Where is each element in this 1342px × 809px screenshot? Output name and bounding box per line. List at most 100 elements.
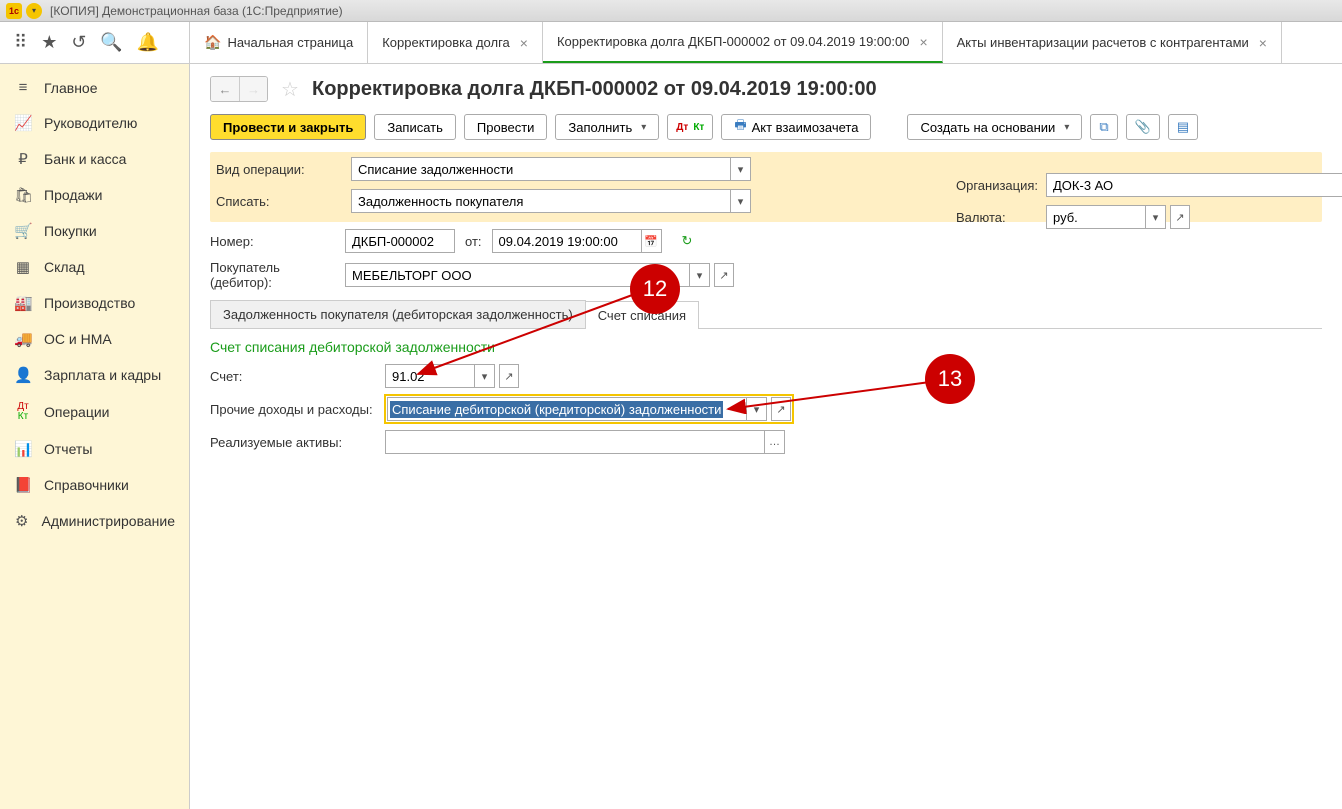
op-type-input[interactable] <box>351 157 731 181</box>
window-title: [КОПИЯ] Демонстрационная база (1С:Предпр… <box>50 4 343 18</box>
favorite-button[interactable]: ☆ <box>278 77 302 101</box>
close-icon[interactable]: × <box>1259 35 1267 51</box>
content-area: ← → ☆ Корректировка долга ДКБП-000002 от… <box>190 64 1342 809</box>
print-icon: 🖶 <box>734 116 746 138</box>
window-titlebar: 1c ▾ [КОПИЯ] Демонстрационная база (1С:П… <box>0 0 1342 22</box>
write-off-label: Списать: <box>216 194 351 209</box>
number-input[interactable] <box>345 229 455 253</box>
other-income-label: Прочие доходы и расходы: <box>210 402 385 417</box>
dropdown-icon[interactable]: ▾ <box>690 263 710 287</box>
sidebar-item-references[interactable]: 📕Справочники <box>0 467 189 503</box>
tab-label: Начальная страница <box>227 35 353 50</box>
bars-icon: 📊 <box>14 440 32 458</box>
ruble-icon: ₽ <box>14 150 32 168</box>
write-off-input[interactable] <box>351 189 731 213</box>
dropdown-icon[interactable]: ▾ <box>731 157 751 181</box>
sidebar-item-admin[interactable]: ⚙ Администрирование <box>0 503 189 539</box>
back-button[interactable]: ← <box>211 77 239 101</box>
search-icon[interactable]: 🔍 <box>100 32 122 53</box>
tab-home[interactable]: 🏠 Начальная страница <box>190 22 368 63</box>
star-icon[interactable]: ★ <box>41 32 57 53</box>
menu-icon: ≡ <box>14 79 32 96</box>
open-icon[interactable]: ↗ <box>1170 205 1190 229</box>
callout-12: 12 <box>630 264 680 314</box>
sidebar-item-reports[interactable]: 📊 Отчеты <box>0 431 189 467</box>
sidebar-item-label: Зарплата и кадры <box>44 367 161 383</box>
calendar-icon[interactable]: 📅 <box>642 229 662 253</box>
list-button[interactable]: ▤ <box>1168 114 1198 140</box>
gear-icon: ⚙ <box>14 512 30 530</box>
history-icon[interactable]: ↺ <box>71 32 86 53</box>
close-icon[interactable]: × <box>919 34 927 50</box>
sidebar-item-label: Администрирование <box>42 513 176 529</box>
tab-label: Акты инвентаризации расчетов с контраген… <box>957 35 1249 50</box>
tab-bar: 🏠 Начальная страница Корректировка долга… <box>190 22 1342 63</box>
tab-inventory-acts[interactable]: Акты инвентаризации расчетов с контраген… <box>943 22 1282 63</box>
date-input[interactable] <box>492 229 642 253</box>
sidebar-item-label: Отчеты <box>44 441 92 457</box>
sidebar-item-assets[interactable]: 🚚ОС и НМА <box>0 321 189 357</box>
currency-label: Валюта: <box>956 210 1046 225</box>
tab-debt-document[interactable]: Корректировка долга ДКБП-000002 от 09.04… <box>543 22 943 63</box>
chart-icon: 📈 <box>14 114 32 132</box>
sidebar-item-warehouse[interactable]: ▦Склад <box>0 249 189 285</box>
toolbar-icon-group: ⠿ ★ ↺ 🔍 🔔 <box>0 22 190 63</box>
structure-button[interactable]: ⧉ <box>1090 114 1117 140</box>
open-icon[interactable]: ↗ <box>499 364 519 388</box>
sidebar-item-hr[interactable]: 👤Зарплата и кадры <box>0 357 189 393</box>
save-button[interactable]: Записать <box>374 114 456 140</box>
assets-input[interactable] <box>385 430 765 454</box>
dropdown-icon[interactable]: ▾ <box>475 364 495 388</box>
app-logo-icon: 1c <box>6 3 22 19</box>
dtkt-icon: ДтКт <box>14 402 32 422</box>
sidebar-item-sales[interactable]: 🛍Продажи <box>0 177 189 213</box>
buyer-label: Покупатель (дебитор): <box>210 260 345 290</box>
sidebar-item-production[interactable]: 🏭Производство <box>0 285 189 321</box>
org-label: Организация: <box>956 178 1046 193</box>
dtkt-button[interactable]: ДтКт <box>667 114 713 140</box>
submit-button[interactable]: Провести <box>464 114 548 140</box>
sidebar-item-label: Покупки <box>44 223 97 239</box>
bell-icon[interactable]: 🔔 <box>137 32 159 53</box>
submit-close-button[interactable]: Провести и закрыть <box>210 114 366 140</box>
ellipsis-icon[interactable]: … <box>765 430 785 454</box>
forward-button[interactable]: → <box>239 77 267 101</box>
section-title: Счет списания дебиторской задолженности <box>210 339 1322 355</box>
sidebar-item-operations[interactable]: ДтКтОперации <box>0 393 189 431</box>
sub-tab-debt[interactable]: Задолженность покупателя (дебиторская за… <box>210 300 586 328</box>
tab-label: Корректировка долга ДКБП-000002 от 09.04… <box>557 34 910 49</box>
dropdown-icon[interactable]: ▾ <box>1146 205 1166 229</box>
app-menu-dropdown-icon[interactable]: ▾ <box>26 3 42 19</box>
close-icon[interactable]: × <box>520 35 528 51</box>
dropdown-icon[interactable]: ▾ <box>731 189 751 213</box>
open-icon[interactable]: ↗ <box>771 397 791 421</box>
refresh-icon[interactable]: ↻ <box>682 233 693 249</box>
sidebar-item-label: Главное <box>44 80 98 96</box>
cart-icon: 🛒 <box>14 222 32 240</box>
create-based-button[interactable]: Создать на основании <box>907 114 1082 140</box>
factory-icon: 🏭 <box>14 294 32 312</box>
assets-label: Реализуемые активы: <box>210 435 385 450</box>
sidebar-item-manager[interactable]: 📈Руководителю <box>0 105 189 141</box>
act-button[interactable]: 🖶 Акт взаимозачета <box>721 114 871 140</box>
main-toolbar: ⠿ ★ ↺ 🔍 🔔 🏠 Начальная страница Корректир… <box>0 22 1342 64</box>
sidebar-item-label: Склад <box>44 259 85 275</box>
attach-button[interactable]: 📎 <box>1126 114 1160 140</box>
book-icon: 📕 <box>14 476 32 494</box>
tab-debt-correction[interactable]: Корректировка долга × <box>368 22 543 63</box>
apps-icon[interactable]: ⠿ <box>14 32 27 53</box>
tab-label: Корректировка долга <box>382 35 510 50</box>
sidebar-item-purchases[interactable]: 🛒 Покупки <box>0 213 189 249</box>
account-input[interactable] <box>385 364 475 388</box>
other-income-input[interactable]: Списание дебиторской (кредиторской) задо… <box>387 397 747 421</box>
sidebar-item-bank[interactable]: ₽Банк и касса <box>0 141 189 177</box>
sub-tab-bar: Задолженность покупателя (дебиторская за… <box>210 300 1322 329</box>
fill-button[interactable]: Заполнить <box>555 114 659 140</box>
sidebar-item-main[interactable]: ≡ Главное <box>0 70 189 105</box>
op-type-label: Вид операции: <box>216 162 351 177</box>
open-icon[interactable]: ↗ <box>714 263 734 287</box>
dropdown-icon[interactable]: ▾ <box>747 397 767 421</box>
currency-input[interactable] <box>1046 205 1146 229</box>
act-label: Акт взаимозачета <box>752 120 859 135</box>
org-input[interactable] <box>1046 173 1342 197</box>
